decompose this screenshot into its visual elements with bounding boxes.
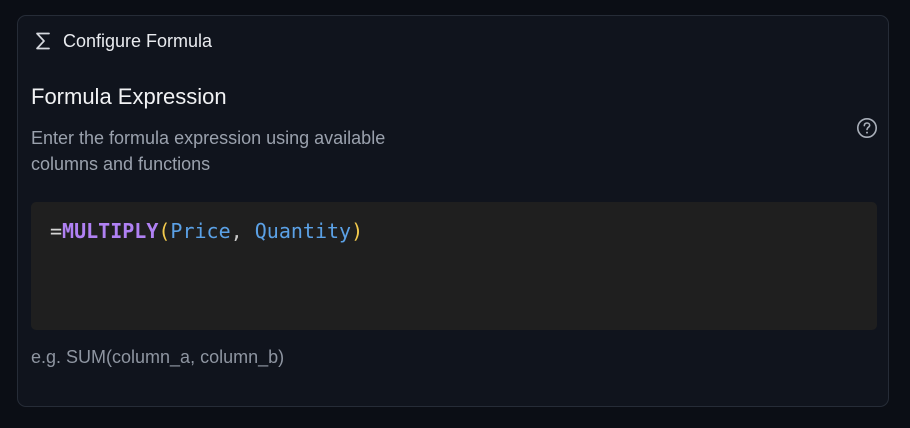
panel-header: Configure Formula (34, 29, 212, 53)
formula-argument-quantity: Quantity (254, 219, 352, 243)
section-title: Formula Expression (31, 84, 227, 109)
formula-config-panel: Configure Formula Formula Expression Ent… (17, 15, 889, 407)
formula-close-paren: ) (351, 219, 364, 243)
formula-comma: , (230, 219, 255, 243)
formula-editor[interactable]: =MULTIPLY(Price, Quantity) (31, 202, 877, 330)
help-circle-icon[interactable] (856, 117, 878, 139)
formula-open-paren: ( (158, 219, 171, 243)
section-description: Enter the formula expression using avail… (31, 128, 386, 174)
panel-title: Configure Formula (63, 31, 213, 51)
formula-hint: e.g. SUM(column_a, column_b) (31, 347, 285, 367)
formula-equals-sign: = (50, 219, 63, 243)
formula-function-name: MULTIPLY (62, 219, 159, 243)
formula-argument-price: Price (170, 219, 231, 243)
sigma-icon (34, 31, 52, 51)
